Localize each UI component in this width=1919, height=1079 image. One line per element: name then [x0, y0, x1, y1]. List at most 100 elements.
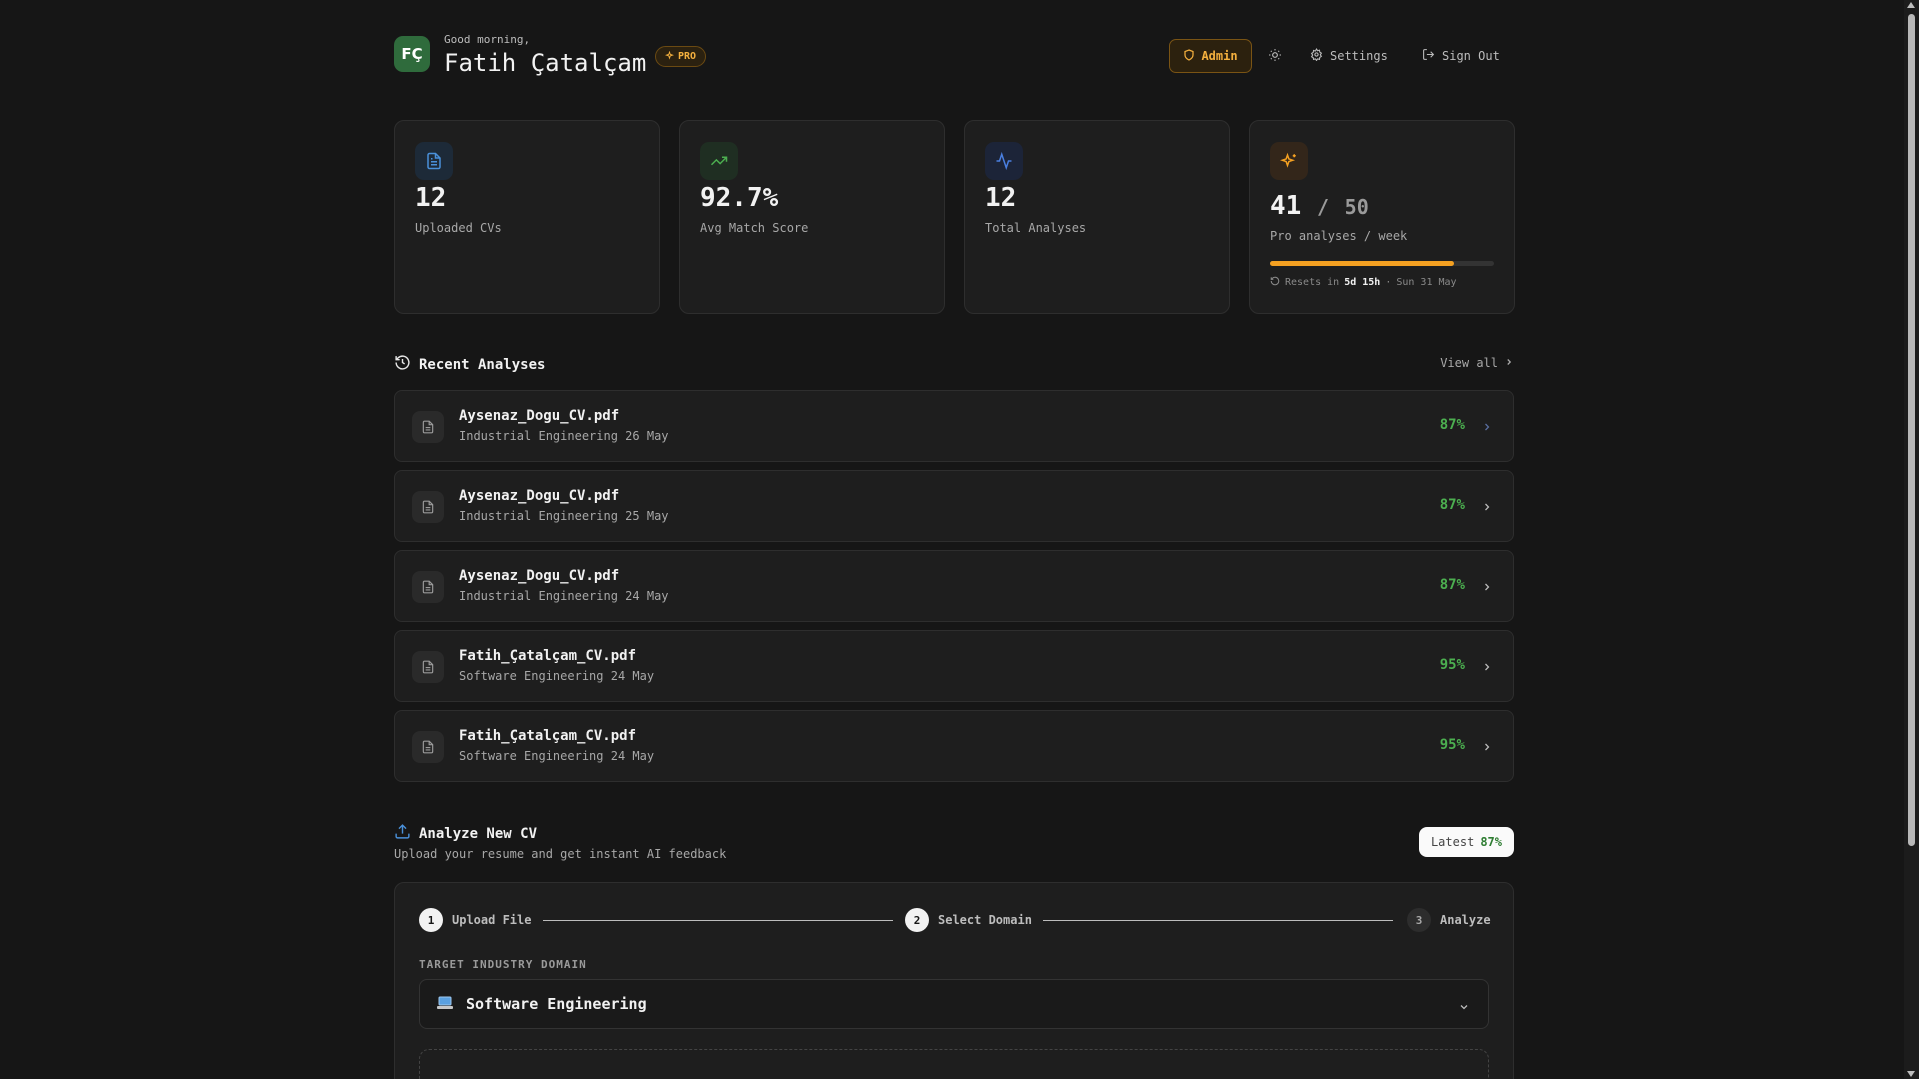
stat-card-total-analyses: 12 Total Analyses — [964, 120, 1230, 314]
reset-time: 5d 15h — [1344, 277, 1381, 288]
latest-value: 87% — [1480, 835, 1502, 849]
analysis-meta: Industrial Engineering 24 May — [459, 589, 669, 603]
scroll-up-arrow-icon[interactable] — [1907, 2, 1915, 8]
analyze-new-cv-heading: Analyze New CV — [394, 823, 537, 844]
analysis-score: 87% — [1439, 417, 1465, 433]
file-icon — [412, 491, 444, 523]
chevron-right-icon — [1504, 356, 1514, 370]
analysis-score: 95% — [1439, 737, 1465, 753]
scroll-down-arrow-icon[interactable] — [1907, 1071, 1915, 1077]
analysis-row[interactable]: Aysenaz_Dogu_CV.pdf Industrial Engineeri… — [394, 550, 1514, 622]
shield-icon — [1183, 48, 1195, 64]
avatar[interactable]: FÇ — [394, 36, 430, 72]
analysis-score: 87% — [1439, 577, 1465, 593]
reset-dot: · — [1385, 277, 1392, 288]
header: FÇ Good morning, Fatih Çatalçam PRO Admi… — [394, 33, 1514, 77]
stat-card-avg-match-score: 92.7% Avg Match Score — [679, 120, 945, 314]
analysis-row[interactable]: Fatih_Çatalçam_CV.pdf Software Engineeri… — [394, 710, 1514, 782]
chevron-down-icon — [1458, 998, 1470, 1017]
analysis-row[interactable]: Fatih_Çatalçam_CV.pdf Software Engineeri… — [394, 630, 1514, 702]
stat-value: 12 — [415, 183, 447, 213]
file-icon — [412, 731, 444, 763]
stat-label: Avg Match Score — [700, 221, 809, 235]
step-connector — [1043, 920, 1393, 921]
scrollbar-thumb[interactable] — [1908, 14, 1915, 846]
step-analyze[interactable]: 3 Analyze — [1407, 908, 1491, 932]
selected-domain: Software Engineering — [466, 995, 647, 1013]
analysis-file-name: Aysenaz_Dogu_CV.pdf — [459, 488, 620, 504]
refresh-icon — [1270, 276, 1280, 289]
analysis-file-name: Aysenaz_Dogu_CV.pdf — [459, 408, 620, 424]
admin-button[interactable]: Admin — [1169, 39, 1252, 73]
chevron-right-icon — [1481, 498, 1493, 517]
domain-select[interactable]: Software Engineering — [419, 979, 1489, 1029]
user-name: Fatih Çatalçam — [444, 49, 647, 77]
analysis-row[interactable]: Aysenaz_Dogu_CV.pdf Industrial Engineeri… — [394, 390, 1514, 462]
sparkles-icon — [1270, 142, 1308, 180]
analysis-score: 87% — [1439, 497, 1465, 513]
step-connector — [543, 920, 893, 921]
stat-card-uploaded-cvs: 12 Uploaded CVs — [394, 120, 660, 314]
analyze-subtitle: Upload your resume and get instant AI fe… — [394, 847, 727, 861]
activity-icon — [985, 142, 1023, 180]
step-number: 3 — [1407, 908, 1431, 932]
quota-value: 41 / 50 — [1270, 191, 1369, 221]
step-number: 1 — [419, 908, 443, 932]
trending-up-icon — [700, 142, 738, 180]
recent-analyses-heading: Recent Analyses — [394, 354, 545, 375]
document-icon — [415, 142, 453, 180]
file-drop-zone[interactable] — [419, 1049, 1489, 1079]
admin-label: Admin — [1201, 49, 1238, 63]
laptop-emoji-icon — [437, 995, 453, 1011]
stat-value: 12 — [985, 183, 1017, 213]
page-scrollbar[interactable] — [1904, 0, 1919, 1079]
step-label: Analyze — [1440, 913, 1491, 927]
step-upload-file[interactable]: 1 Upload File — [419, 908, 531, 932]
recent-analyses-title: Recent Analyses — [419, 356, 546, 373]
analysis-row[interactable]: Aysenaz_Dogu_CV.pdf Industrial Engineeri… — [394, 470, 1514, 542]
quota-progress-fill — [1270, 261, 1454, 266]
pro-badge: PRO — [655, 46, 707, 67]
quota-used: 41 — [1270, 191, 1302, 221]
view-all-link[interactable]: View all — [1440, 356, 1514, 370]
step-select-domain[interactable]: 2 Select Domain — [905, 908, 1032, 932]
stat-value: 92.7% — [700, 183, 779, 213]
stat-label: Total Analyses — [985, 221, 1087, 235]
analysis-score: 95% — [1439, 657, 1465, 673]
chevron-right-icon — [1481, 418, 1493, 437]
analyze-panel: 1 Upload File 2 Select Domain 3 Analyze … — [394, 882, 1514, 1079]
logout-icon — [1422, 48, 1435, 64]
sun-icon — [1268, 47, 1282, 66]
reset-prefix: Resets in — [1285, 277, 1340, 288]
analysis-meta: Industrial Engineering 25 May — [459, 509, 669, 523]
settings-label: Settings — [1330, 49, 1388, 63]
analysis-meta: Software Engineering 24 May — [459, 749, 655, 763]
quota-total: 50 — [1344, 195, 1369, 219]
chevron-right-icon — [1481, 738, 1493, 757]
gear-icon — [1310, 48, 1323, 64]
file-icon — [412, 651, 444, 683]
step-label: Upload File — [452, 913, 532, 927]
analysis-meta: Software Engineering 24 May — [459, 669, 655, 683]
file-icon — [412, 411, 444, 443]
step-label: Select Domain — [938, 913, 1032, 927]
upload-icon — [394, 823, 411, 844]
theme-toggle-button[interactable] — [1264, 45, 1286, 67]
analysis-file-name: Fatih_Çatalçam_CV.pdf — [459, 728, 637, 744]
quota-reset-info: Resets in 5d 15h · Sun 31 May — [1270, 276, 1457, 289]
pro-badge-label: PRO — [678, 51, 697, 62]
stat-card-pro-quota: 41 / 50 Pro analyses / week Resets in 5d… — [1249, 120, 1515, 314]
chevron-right-icon — [1481, 578, 1493, 597]
file-icon — [412, 571, 444, 603]
latest-label: Latest — [1430, 835, 1475, 849]
quota-label: Pro analyses / week — [1270, 229, 1408, 243]
sparkles-icon — [665, 50, 674, 63]
analyze-title: Analyze New CV — [419, 825, 538, 842]
quota-progress-bar — [1270, 261, 1494, 266]
analysis-meta: Industrial Engineering 26 May — [459, 429, 669, 443]
analysis-file-name: Aysenaz_Dogu_CV.pdf — [459, 568, 620, 584]
history-icon — [394, 354, 411, 375]
settings-button[interactable]: Settings — [1310, 46, 1388, 66]
sign-out-button[interactable]: Sign Out — [1422, 46, 1500, 66]
sign-out-label: Sign Out — [1442, 49, 1500, 63]
